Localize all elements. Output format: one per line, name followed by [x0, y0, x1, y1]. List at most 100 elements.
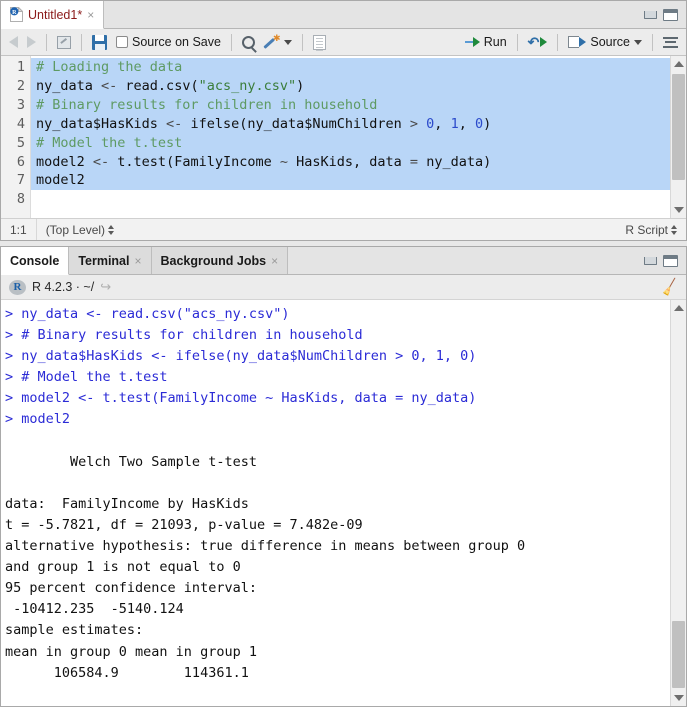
source-on-save-label: Source on Save — [132, 35, 221, 49]
console-output-line: 106584.9 114361.1 — [5, 664, 249, 681]
scope-selector[interactable]: (Top Level) — [37, 219, 123, 240]
source-on-save-checkbox[interactable]: Source on Save — [113, 34, 224, 50]
code-token: 0 — [474, 115, 484, 132]
editor-tab-close-icon[interactable]: × — [87, 9, 94, 21]
line-number: 1 — [16, 59, 25, 75]
editor-tabbar: R Untitled1* × — [1, 1, 686, 29]
scroll-track[interactable] — [671, 72, 687, 202]
forward-button[interactable] — [24, 35, 39, 49]
open-working-directory-icon[interactable]: ↪ — [100, 279, 111, 295]
show-in-new-window-button[interactable] — [54, 35, 74, 50]
console-header: R R 4.2.3 · ~/ ↪ 🧹 — [1, 275, 686, 300]
console-tab-terminal[interactable]: Terminal × — [69, 247, 152, 274]
line-number: 6 — [16, 153, 25, 170]
code-line[interactable]: model2 — [31, 171, 670, 191]
console-input-line: > model2 <- t.test(FamilyIncome ~ HasKid… — [5, 390, 477, 407]
code-line[interactable]: model2 <- t.test(FamilyIncome ~ HasKids,… — [31, 152, 670, 172]
popout-icon — [57, 35, 71, 49]
scroll-track[interactable] — [671, 316, 687, 690]
code-token: , — [434, 115, 451, 132]
document-outline-button[interactable] — [660, 35, 681, 50]
console-output-line: mean in group 0 mean in group 1 — [5, 643, 257, 660]
code-line[interactable]: # Model the t.test — [31, 133, 670, 153]
console-output-line: and group 1 is not equal to 0 — [5, 559, 241, 576]
console-input-line: > model2 — [5, 411, 71, 428]
scroll-thumb[interactable] — [671, 74, 685, 180]
back-arrow-icon — [9, 36, 18, 48]
save-button[interactable] — [89, 34, 110, 51]
source-label: Source — [590, 35, 630, 49]
chevron-down-icon — [283, 39, 292, 45]
console-input-line: > # Binary results for children in house… — [5, 327, 363, 344]
find-replace-button[interactable] — [239, 35, 258, 50]
code-line[interactable] — [31, 190, 670, 209]
r-version-path: R 4.2.3 · ~/ — [32, 280, 95, 294]
console-body[interactable]: > ny_data <- read.csv("acs_ny.csv") > # B… — [1, 300, 686, 706]
code-token: ~ — [279, 153, 297, 170]
code-line[interactable]: # Binary results for children in househo… — [31, 95, 670, 115]
code-line[interactable]: # Loading the data — [31, 58, 670, 77]
editor-tab-untitled1[interactable]: R Untitled1* × — [1, 1, 105, 29]
code-tools-button[interactable]: ✱ — [261, 33, 295, 51]
r-document-icon: R — [10, 6, 24, 22]
editor-status-bar: 1:1 (Top Level) R Script — [1, 218, 686, 240]
code-token: <- — [166, 115, 191, 132]
clear-console-icon[interactable]: 🧹 — [659, 277, 680, 298]
console-input-line: > ny_data <- read.csv("acs_ny.csv") — [5, 306, 290, 322]
checkbox-icon — [116, 36, 128, 48]
console-tab-console[interactable]: Console — [1, 247, 70, 275]
outline-icon — [663, 36, 678, 49]
console-tabbar: Console Terminal × Background Jobs × — [1, 247, 686, 275]
code-line[interactable]: ny_data <- read.csv("acs_ny.csv") — [31, 76, 670, 96]
toolbar-separator — [301, 33, 303, 51]
forward-arrow-icon — [27, 36, 36, 48]
console-prompt[interactable]: > — [5, 705, 670, 706]
editor-scrollbar[interactable] — [670, 56, 686, 218]
console-scrollbar[interactable] — [670, 300, 686, 706]
scroll-down-arrow[interactable] — [671, 202, 687, 218]
code-token: ny_data$HasKids — [36, 115, 167, 132]
run-button[interactable]: Run — [462, 34, 510, 50]
code-token: model2 — [36, 153, 93, 170]
rerun-button[interactable]: ↶ — [525, 34, 551, 50]
scroll-up-arrow[interactable] — [671, 56, 687, 72]
code-line[interactable]: ny_data$HasKids <- ifelse(ny_data$NumChi… — [31, 114, 670, 134]
console-tab-label: Background Jobs — [160, 253, 267, 268]
chevron-down-icon[interactable] — [634, 39, 642, 45]
console-tab-close-icon[interactable]: × — [134, 255, 141, 267]
console-tab-close-icon[interactable]: × — [271, 255, 278, 267]
compile-report-button[interactable] — [310, 34, 329, 51]
code-token: HasKids, data — [296, 153, 410, 170]
code-token: 1 — [450, 115, 459, 132]
magic-wand-icon: ✱ — [263, 33, 281, 50]
chevron-updown-icon — [108, 224, 115, 235]
minimize-pane-icon[interactable] — [644, 10, 657, 19]
minimize-pane-icon[interactable] — [644, 256, 657, 265]
console-output-line: alternative hypothesis: true difference … — [5, 538, 526, 555]
rerun-icon: ↶ — [528, 35, 548, 49]
code-token: ny_data) — [426, 153, 492, 170]
code-token: > — [409, 115, 427, 132]
back-button[interactable] — [6, 35, 21, 49]
file-type-selector[interactable]: R Script — [616, 223, 686, 237]
scroll-down-arrow[interactable] — [671, 690, 687, 706]
maximize-pane-icon[interactable] — [663, 254, 678, 267]
code-editor[interactable]: 12345678 # Loading the data ny_data <- re… — [1, 56, 686, 218]
toolbar-separator — [46, 33, 47, 51]
console-output[interactable]: > ny_data <- read.csv("acs_ny.csv") > # B… — [1, 300, 670, 706]
maximize-pane-icon[interactable] — [663, 8, 678, 21]
scroll-thumb[interactable] — [671, 620, 685, 688]
cursor-position: 1:1 — [1, 219, 37, 240]
code-token: ) — [296, 77, 305, 94]
run-icon — [464, 37, 480, 47]
scroll-up-arrow[interactable] — [671, 300, 687, 316]
line-number: 7 — [16, 172, 25, 189]
code-content[interactable]: # Loading the data ny_data <- read.csv("a… — [31, 56, 670, 218]
console-tab-background-jobs[interactable]: Background Jobs × — [151, 247, 289, 274]
console-output-line: -10412.235 -5140.124 — [5, 601, 184, 618]
toolbar-separator — [557, 33, 559, 51]
source-button[interactable]: Source — [565, 34, 645, 50]
code-token: # Model the t.test — [36, 134, 183, 151]
